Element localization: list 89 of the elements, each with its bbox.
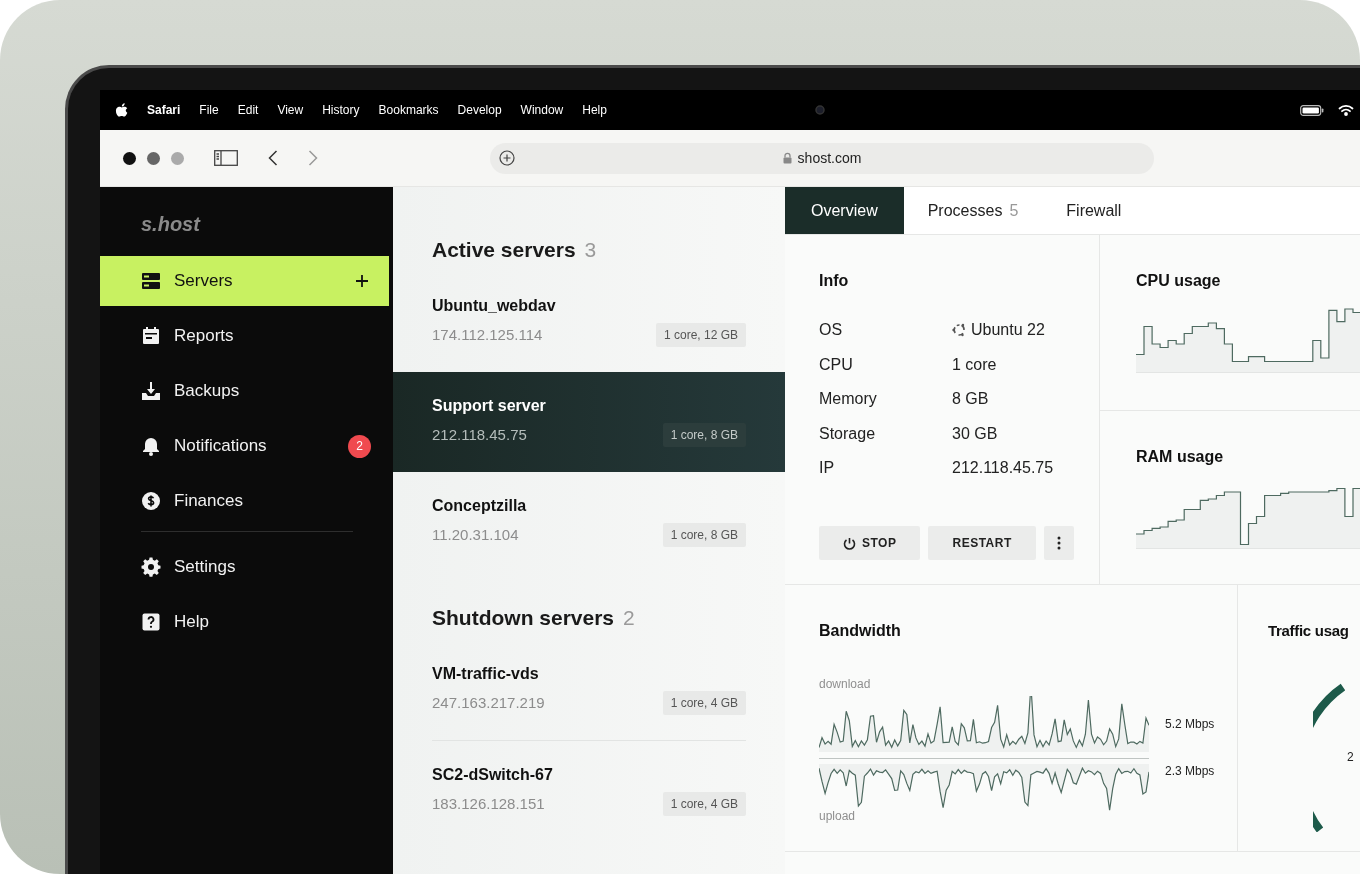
server-card[interactable]: SC2-dSwitch-67 183.126.128.151 1 core, 4 GB bbox=[393, 740, 785, 840]
download-icon bbox=[141, 381, 161, 401]
menu-item[interactable]: Bookmarks bbox=[378, 103, 439, 117]
help-icon bbox=[141, 612, 161, 632]
tab[interactable]: Firewall bbox=[1042, 187, 1146, 234]
close-window-button[interactable] bbox=[123, 151, 136, 165]
chart-label: upload bbox=[819, 808, 856, 824]
info-label: Memory bbox=[819, 389, 878, 409]
sidebar-item[interactable]: Backups bbox=[100, 366, 389, 416]
settings-icon bbox=[141, 557, 161, 577]
server-spec-tag: 1 core, 4 GB bbox=[662, 691, 746, 715]
info-label: OS bbox=[819, 320, 844, 340]
dollar-icon bbox=[141, 491, 161, 511]
info-value: 8 GB bbox=[952, 389, 989, 409]
servers-icon bbox=[141, 271, 161, 291]
card-title: Info bbox=[819, 271, 850, 291]
lock-icon bbox=[782, 152, 792, 164]
server-card[interactable]: Support server 212.118.45.75 1 core, 8 GB bbox=[393, 372, 785, 472]
info-value: 212.118.45.75 bbox=[952, 458, 1054, 478]
sidebar-item[interactable]: Notifications 2 bbox=[100, 421, 389, 471]
server-ip: 11.20.31.104 bbox=[432, 525, 519, 545]
menu-item[interactable]: Window bbox=[520, 103, 564, 117]
gauge-reading: 2 bbox=[1347, 750, 1354, 764]
kebab-menu-icon bbox=[1056, 536, 1061, 550]
server-card[interactable]: Ubuntu_webdav 174.112.125.114 1 core, 12 GB bbox=[393, 272, 785, 372]
address-bar[interactable]: shost.com bbox=[490, 142, 1154, 174]
server-ip: 183.126.128.151 bbox=[432, 794, 545, 814]
calendar-icon bbox=[141, 326, 161, 346]
server-name: VM-traffic-vds bbox=[432, 664, 539, 684]
notification-badge: 2 bbox=[348, 434, 371, 458]
server-spec-tag: 1 core, 4 GB bbox=[662, 792, 746, 816]
server-ip: 174.112.125.114 bbox=[432, 325, 543, 345]
power-icon bbox=[843, 536, 856, 550]
camera-icon bbox=[815, 105, 825, 115]
ubuntu-logo-icon bbox=[952, 323, 966, 337]
sidebar-item[interactable]: Settings bbox=[100, 542, 389, 592]
server-count: 3 bbox=[584, 237, 597, 263]
stop-button[interactable]: STOP bbox=[819, 526, 921, 560]
menu-item[interactable]: History bbox=[322, 103, 360, 117]
server-card[interactable]: Conceptzilla 11.20.31.104 1 core, 8 GB bbox=[393, 472, 785, 572]
menu-item[interactable]: View bbox=[277, 103, 304, 117]
sidebar-item[interactable]: Help bbox=[100, 597, 389, 647]
card-title: CPU usage bbox=[1136, 271, 1222, 291]
server-name: Conceptzilla bbox=[432, 496, 527, 516]
info-label: Storage bbox=[819, 423, 877, 444]
server-ip: 247.163.217.219 bbox=[432, 693, 545, 713]
tab[interactable]: Overview bbox=[785, 187, 904, 234]
restart-button[interactable]: RESTART bbox=[928, 526, 1036, 560]
sidebar-item[interactable]: Reports bbox=[100, 311, 389, 361]
server-name: Ubuntu_webdav bbox=[432, 296, 556, 316]
menu-item[interactable]: Help bbox=[582, 103, 607, 117]
sidebar-item[interactable]: Servers bbox=[100, 256, 389, 306]
chart-label: download bbox=[819, 676, 871, 692]
menu-item[interactable]: Develop bbox=[457, 103, 502, 117]
info-label: CPU bbox=[819, 354, 854, 375]
card-title: Traffic usag bbox=[1268, 621, 1350, 641]
server-spec-tag: 1 core, 8 GB bbox=[662, 523, 746, 547]
server-count: 2 bbox=[623, 605, 635, 631]
menu-item[interactable]: File bbox=[199, 103, 219, 117]
server-spec-tag: 1 core, 12 GB bbox=[655, 323, 746, 347]
battery-icon[interactable] bbox=[1300, 104, 1324, 116]
section-heading: Shutdown servers bbox=[432, 605, 615, 631]
server-spec-tag: 1 core, 8 GB bbox=[662, 423, 746, 447]
server-ip: 212.118.45.75 bbox=[432, 425, 527, 445]
url-text: shost.com bbox=[797, 150, 862, 166]
section-heading: Active servers bbox=[432, 237, 576, 263]
minimize-window-button[interactable] bbox=[147, 151, 160, 165]
info-value: 30 GB bbox=[952, 423, 998, 444]
server-name: SC2-dSwitch-67 bbox=[432, 765, 553, 785]
info-label: IP bbox=[819, 458, 836, 478]
tab[interactable]: Processes 5 bbox=[903, 187, 1043, 234]
add-tab-icon[interactable] bbox=[499, 150, 515, 166]
sidebar-item[interactable]: Finances bbox=[100, 476, 389, 526]
info-value: 1 core bbox=[952, 354, 997, 375]
card-title: Bandwidth bbox=[819, 621, 902, 641]
wifi-icon[interactable] bbox=[1338, 104, 1354, 116]
menu-item[interactable]: Edit bbox=[237, 103, 259, 117]
server-name: Support server bbox=[432, 396, 546, 416]
upload-reading: 2.3 Mbps bbox=[1165, 764, 1215, 778]
add-icon[interactable] bbox=[355, 274, 369, 288]
app-logo: s.host bbox=[141, 212, 200, 236]
sidebar-toggle-icon[interactable] bbox=[214, 150, 238, 166]
card-title: RAM usage bbox=[1136, 446, 1225, 467]
app-menu[interactable]: Safari bbox=[147, 103, 181, 117]
info-value: Ubuntu 22 bbox=[971, 320, 1045, 340]
download-reading: 5.2 Mbps bbox=[1165, 717, 1215, 731]
server-card[interactable]: VM-traffic-vds 247.163.217.219 1 core, 4 GB bbox=[393, 640, 785, 740]
bell-icon bbox=[141, 436, 161, 456]
apple-logo-icon[interactable] bbox=[115, 102, 128, 118]
